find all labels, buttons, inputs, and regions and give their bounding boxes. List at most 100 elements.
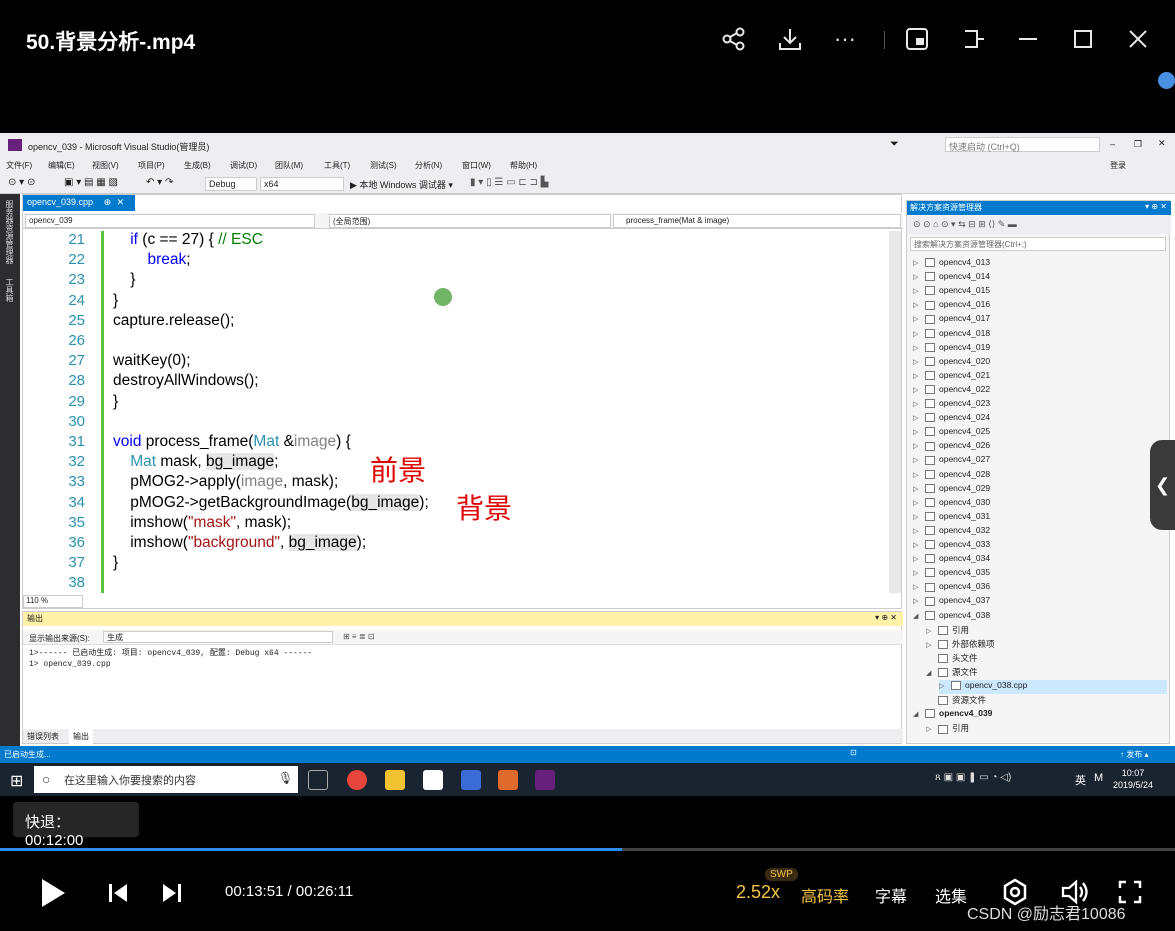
code-line[interactable]: 28 destroyAllWindows();: [23, 372, 893, 392]
solution-tree-item[interactable]: ▷ opencv4_026: [913, 440, 1167, 454]
solution-tree-item[interactable]: ▷ opencv4_019: [913, 342, 1167, 356]
download-icon[interactable]: [775, 24, 805, 54]
app-icon[interactable]: [461, 770, 481, 790]
microphone-icon[interactable]: 🎙: [278, 771, 293, 785]
solution-tree-item[interactable]: ▷ opencv4_035: [913, 567, 1167, 581]
tab-output[interactable]: 输出: [69, 729, 93, 744]
project-dropdown[interactable]: opencv_039: [25, 214, 315, 228]
tree-expander-icon[interactable]: ▷: [913, 442, 925, 450]
powerpoint-icon[interactable]: [498, 770, 518, 790]
solution-tree-item[interactable]: ▷ opencv4_021: [913, 370, 1167, 384]
menu-build[interactable]: 生成(B): [184, 160, 211, 171]
taskbar-search-input[interactable]: ○ 在这里输入你要搜索的内容 🎙: [34, 766, 298, 793]
quality-button[interactable]: 高码率: [801, 883, 849, 907]
speed-button[interactable]: 2.52x: [736, 882, 780, 903]
share-icon[interactable]: [719, 24, 749, 54]
maximize-icon[interactable]: [1068, 24, 1098, 54]
notification-icon[interactable]: ⊡: [850, 748, 857, 757]
visual-studio-taskbar-icon[interactable]: [535, 770, 555, 790]
solution-tree-item[interactable]: 资源文件: [926, 694, 1167, 708]
solution-tree-item[interactable]: ▷ opencv4_024: [913, 412, 1167, 426]
solution-tree-item[interactable]: 头文件: [926, 652, 1167, 666]
publish-button[interactable]: ↑ 发布 ▴: [1120, 749, 1148, 760]
previous-icon[interactable]: [106, 881, 130, 910]
editor-scrollbar[interactable]: [889, 231, 901, 593]
tree-expander-icon[interactable]: ▷: [913, 386, 925, 394]
menu-edit[interactable]: 编辑(E): [48, 160, 75, 171]
quick-launch-input[interactable]: 快速启动 (Ctrl+Q): [945, 137, 1100, 152]
solution-tree-item[interactable]: ▷ 引用: [926, 624, 1167, 638]
code-line[interactable]: 25 capture.release();: [23, 312, 893, 332]
episodes-button[interactable]: 选集: [935, 883, 967, 907]
tree-expander-icon[interactable]: ▷: [913, 344, 925, 352]
file-toolbar-icons[interactable]: ▣ ▾ ▤ ▦ ▧: [64, 177, 118, 188]
menu-window[interactable]: 窗口(W): [462, 160, 491, 171]
tree-expander-icon[interactable]: ▷: [913, 597, 925, 605]
tree-expander-icon[interactable]: ▷: [913, 569, 925, 577]
tree-expander-icon[interactable]: ▷: [913, 456, 925, 464]
solution-tree-item[interactable]: ▷ opencv4_030: [913, 497, 1167, 511]
play-icon[interactable]: [38, 876, 68, 915]
tree-expander-icon[interactable]: ▷: [913, 273, 925, 281]
solution-tree-item[interactable]: ▷ opencv4_017: [913, 313, 1167, 327]
solution-tree-item[interactable]: ▷ opencv4_020: [913, 356, 1167, 370]
code-line[interactable]: 37}: [23, 554, 893, 574]
tree-expander-icon[interactable]: ▷: [913, 315, 925, 323]
menu-team[interactable]: 团队(M): [275, 160, 303, 171]
tree-expander-icon[interactable]: ▷: [913, 400, 925, 408]
menu-help[interactable]: 帮助(H): [510, 160, 537, 171]
solution-tree-item[interactable]: ▷ opencv4_034: [913, 553, 1167, 567]
tree-expander-icon[interactable]: ▷: [913, 555, 925, 563]
menu-test[interactable]: 测试(S): [370, 160, 397, 171]
pin-tab-icon[interactable]: ⊕: [104, 197, 112, 207]
next-icon[interactable]: [160, 881, 184, 910]
doc-tab[interactable]: opencv_039.cpp ⊕ ✕: [23, 195, 135, 211]
server-explorer-tab[interactable]: 服务器资源管理器: [5, 200, 15, 270]
code-line[interactable]: 24}: [23, 292, 893, 312]
file-explorer-icon[interactable]: [385, 770, 405, 790]
close-icon[interactable]: [1123, 24, 1153, 54]
tree-expander-icon[interactable]: ▷: [926, 627, 938, 635]
menu-project[interactable]: 项目(P): [138, 160, 165, 171]
tree-expander-icon[interactable]: ▷: [913, 287, 925, 295]
tree-expander-icon[interactable]: ▷: [913, 428, 925, 436]
tree-expander-icon[interactable]: ▷: [939, 682, 951, 690]
code-line[interactable]: 31 void process_frame(Mat &image) {: [23, 433, 893, 453]
pip-icon[interactable]: [902, 24, 932, 54]
menu-view[interactable]: 视图(V): [92, 160, 119, 171]
solution-tree-item[interactable]: ▷ opencv4_025: [913, 426, 1167, 440]
code-line[interactable]: 23 }: [23, 271, 893, 291]
ime-icon[interactable]: M: [1094, 772, 1103, 784]
menu-analyze[interactable]: 分析(N): [415, 160, 442, 171]
back-icon[interactable]: ⊙ ▾ ⊙: [8, 177, 35, 188]
solution-tree-item[interactable]: ▷ 引用: [926, 722, 1167, 736]
solution-tree-item[interactable]: ▷ opencv4_014: [913, 271, 1167, 285]
scope-dropdown[interactable]: (全局范围): [329, 214, 611, 228]
subtitle-button[interactable]: 字幕: [875, 883, 907, 907]
tree-expander-icon[interactable]: ▷: [913, 372, 925, 380]
tree-expander-icon[interactable]: ▷: [913, 330, 925, 338]
config-select[interactable]: Debug: [205, 177, 257, 191]
taskbar-clock[interactable]: 10:07 2019/5/24: [1113, 767, 1153, 791]
tree-expander-icon[interactable]: ◢: [926, 669, 938, 677]
output-toolbar-icons[interactable]: ⊞ ≡ ≣ ⊡: [343, 632, 374, 641]
tree-expander-icon[interactable]: ▷: [913, 414, 925, 422]
solution-tree-item[interactable]: ▷ opencv4_029: [913, 483, 1167, 497]
tray-icons[interactable]: ጸ ▣ ▣ ❚ ▭ ◔ ◁): [935, 772, 1011, 783]
tree-expander-icon[interactable]: ▷: [913, 583, 925, 591]
solution-tree-item[interactable]: ▷ opencv4_018: [913, 328, 1167, 342]
code-line[interactable]: 29}: [23, 393, 893, 413]
tree-expander-icon[interactable]: ▷: [913, 259, 925, 267]
tree-expander-icon[interactable]: ▷: [926, 641, 938, 649]
run-debugger-button[interactable]: ▶ 本地 Windows 调试器 ▾: [350, 178, 453, 191]
undo-icon[interactable]: ↶ ▾ ↷: [146, 177, 173, 188]
zoom-level[interactable]: 110 %: [23, 595, 83, 608]
solution-tree-item[interactable]: ▷ opencv4_037: [913, 595, 1167, 609]
solution-tree-item[interactable]: ◢ opencv4_038: [913, 610, 1167, 624]
code-line[interactable]: 22 break;: [23, 251, 893, 271]
platform-select[interactable]: x64: [260, 177, 344, 191]
toolbox-tab[interactable]: 工具箱: [5, 278, 15, 308]
solution-pane-controls[interactable]: ▾ ⊕ ✕: [1145, 202, 1167, 211]
function-dropdown[interactable]: process_frame(Mat & image): [613, 214, 901, 228]
solution-tree-item[interactable]: ▷ opencv4_032: [913, 525, 1167, 539]
